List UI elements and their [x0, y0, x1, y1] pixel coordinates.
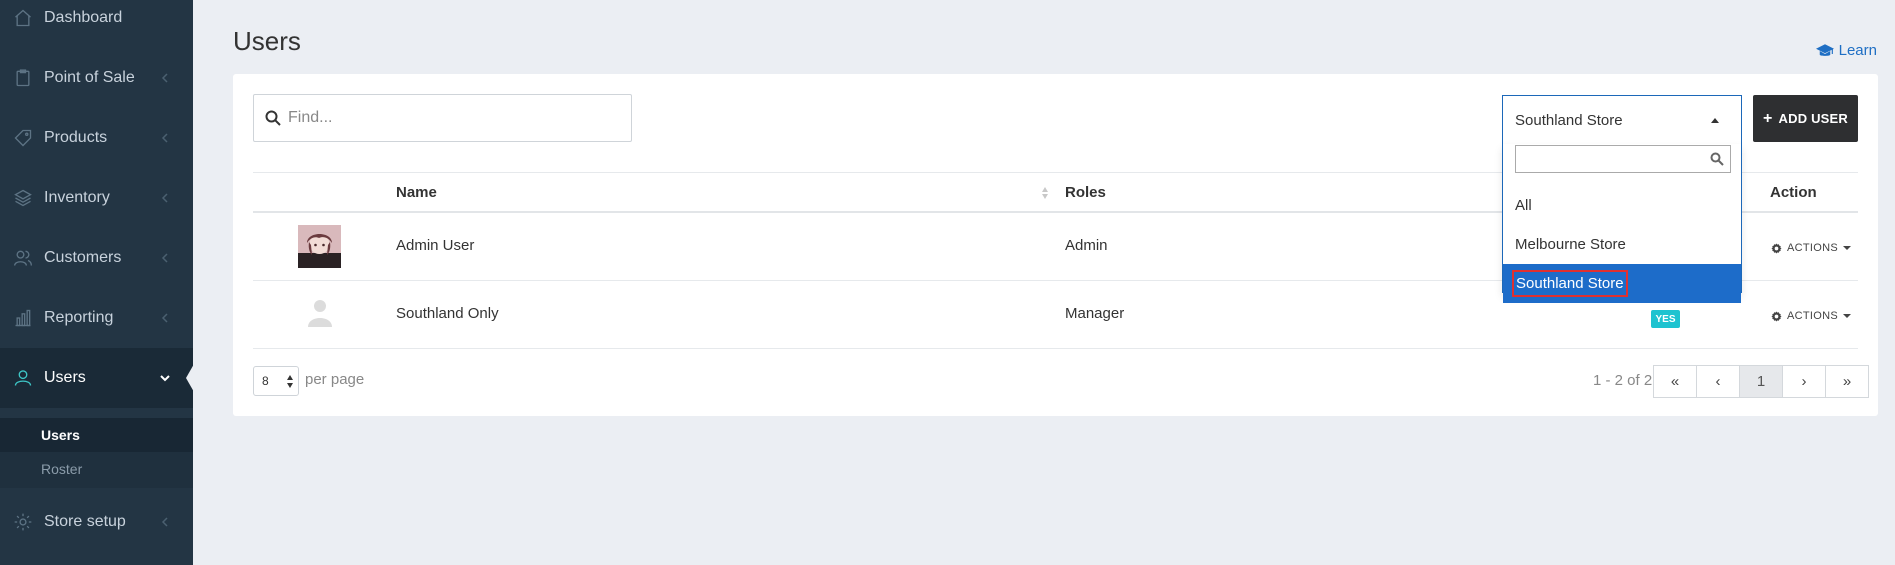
caret-up-icon [1711, 118, 1719, 123]
submenu-item-users[interactable]: Users [0, 418, 193, 452]
option-label: Southland Store [1512, 270, 1628, 297]
status-badge: YES [1651, 310, 1680, 328]
layers-icon [12, 187, 34, 209]
sidebar: Dashboard Point of Sale Products Invento… [0, 0, 194, 565]
column-header-action: Action [1770, 184, 1817, 201]
learn-label: Learn [1838, 42, 1877, 59]
learn-link[interactable]: Learn [1815, 42, 1877, 59]
per-page-select[interactable]: 8 [253, 366, 299, 396]
dropdown-option-all[interactable]: All [1503, 186, 1741, 225]
search-icon [1710, 152, 1724, 166]
add-user-label: ADD USER [1778, 111, 1849, 126]
users-icon [12, 247, 34, 269]
actions-dropdown[interactable]: ACTIONS [1771, 242, 1851, 254]
sidebar-item-label: Customers [44, 249, 122, 266]
plus-icon: + [1762, 109, 1773, 127]
store-dropdown: All Melbourne Store Southland Store [1502, 144, 1742, 303]
prev-page-button[interactable]: ‹ [1696, 365, 1740, 398]
caret-down-icon [1843, 314, 1851, 318]
gear-icon [12, 511, 34, 533]
user-role: Manager [1065, 305, 1125, 322]
pagination-range: 1 - 2 of 2 [1593, 372, 1653, 389]
clipboard-icon [12, 67, 34, 89]
option-label: All [1515, 197, 1532, 214]
home-icon [12, 7, 34, 29]
page-1-button[interactable]: 1 [1739, 365, 1783, 398]
user-icon [12, 367, 34, 389]
per-page-value: 8 [262, 374, 269, 388]
actions-label: ACTIONS [1787, 242, 1838, 254]
actions-dropdown[interactable]: ACTIONS [1771, 310, 1851, 322]
tag-icon [12, 127, 34, 149]
bar-chart-icon [12, 307, 34, 329]
pagination: « ‹ 1 › » [1653, 365, 1869, 398]
search-icon [265, 110, 281, 126]
last-page-button[interactable]: » [1825, 365, 1869, 398]
store-select[interactable]: Southland Store [1502, 95, 1742, 144]
column-header-roles: Roles [1065, 184, 1106, 201]
sidebar-item-label: Reporting [44, 309, 114, 326]
sidebar-item-store-setup[interactable]: Store setup [0, 492, 193, 552]
sidebar-item-label: Products [44, 129, 108, 146]
chevron-left-icon [159, 72, 171, 84]
first-page-button[interactable]: « [1653, 365, 1697, 398]
graduation-cap-icon [1815, 43, 1834, 56]
sidebar-item-products[interactable]: Products [0, 108, 193, 168]
sidebar-item-point-of-sale[interactable]: Point of Sale [0, 48, 193, 108]
sidebar-item-dashboard[interactable]: Dashboard [0, 0, 193, 48]
avatar-placeholder-icon [308, 299, 332, 327]
gear-icon [1771, 242, 1782, 254]
search-box [253, 94, 632, 142]
column-header-name[interactable]: Name [396, 184, 437, 201]
users-card: + ADD USER Name Roles Action Admin User … [233, 74, 1878, 416]
actions-label: ACTIONS [1787, 310, 1838, 322]
sidebar-item-users[interactable]: Users [0, 348, 193, 408]
chevron-left-icon [159, 312, 171, 324]
sidebar-item-reporting[interactable]: Reporting [0, 288, 193, 348]
dropdown-option-southland-store[interactable]: Southland Store [1503, 264, 1741, 303]
page-title: Users [233, 26, 301, 56]
chevron-down-icon [159, 372, 171, 384]
sort-icon[interactable] [1041, 185, 1049, 201]
per-page-label: per page [305, 371, 365, 388]
submenu-item-roster[interactable]: Roster [0, 452, 193, 486]
next-page-button[interactable]: › [1782, 365, 1826, 398]
user-role: Admin [1065, 237, 1108, 254]
store-select-value: Southland Store [1515, 111, 1623, 129]
dropdown-option-melbourne-store[interactable]: Melbourne Store [1503, 225, 1741, 264]
option-label: Melbourne Store [1515, 236, 1626, 253]
caret-down-icon [1843, 246, 1851, 250]
sidebar-item-label: Point of Sale [44, 69, 135, 86]
sidebar-item-customers[interactable]: Customers [0, 228, 193, 288]
active-indicator [186, 364, 194, 392]
sidebar-item-label: Dashboard [44, 9, 123, 26]
chevron-left-icon [159, 132, 171, 144]
users-submenu: Users Roster [0, 418, 193, 488]
sidebar-item-label: Store setup [44, 513, 126, 530]
sidebar-item-label: Inventory [44, 189, 110, 206]
add-user-button[interactable]: + ADD USER [1753, 95, 1858, 142]
gear-icon [1771, 310, 1782, 322]
user-name[interactable]: Admin User [396, 237, 474, 254]
chevron-left-icon [159, 192, 171, 204]
sidebar-item-inventory[interactable]: Inventory [0, 168, 193, 228]
dropdown-search [1515, 145, 1731, 173]
chevron-left-icon [159, 516, 171, 528]
avatar [298, 225, 341, 268]
user-name[interactable]: Southland Only [396, 305, 499, 322]
search-input[interactable] [254, 95, 631, 141]
dropdown-search-input[interactable] [1516, 146, 1730, 172]
sidebar-item-label: Users [44, 369, 86, 386]
select-arrows-icon [287, 375, 293, 388]
chevron-left-icon [159, 252, 171, 264]
